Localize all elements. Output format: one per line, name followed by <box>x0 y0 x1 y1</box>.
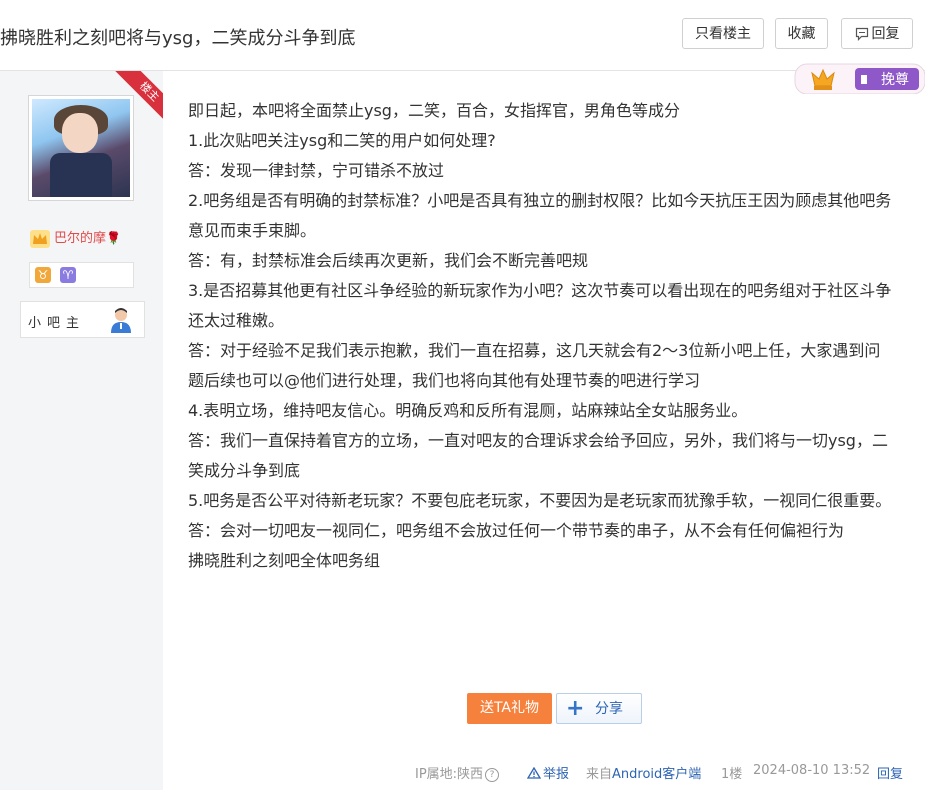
role-badge: 小吧主 <box>20 301 145 338</box>
vip-badge[interactable]: 挽尊 <box>793 62 925 94</box>
moderator-icon <box>111 308 131 333</box>
reply-button[interactable]: 回复 <box>841 18 913 49</box>
floor-number: 1楼 <box>721 767 743 782</box>
post-time: 2024-08-10 13:52 <box>753 763 871 778</box>
post-line: 3.是否招募其他更有社区斗争经验的新玩家作为小吧？这次节奏可以看出现在的吧务组对… <box>188 281 892 330</box>
avatar-image <box>32 99 130 197</box>
thread-title: 拂晓胜利之刻吧将与ysg，二笑成分斗争到底 <box>0 28 356 49</box>
post-line: 答：我们一直保持着官方的立场，一直对吧友的合理诉求会给予回应，另外，我们将与一切… <box>188 431 888 480</box>
send-gift-button[interactable]: 送TA礼物 <box>467 693 552 724</box>
taurus-icon[interactable]: ♉ <box>35 267 51 283</box>
reply-button-label: 回复 <box>871 26 900 42</box>
badge-bar: ♉ ♈ <box>29 262 134 288</box>
thread-header: 拂晓胜利之刻吧将与ysg，二笑成分斗争到底 只看楼主 收藏 回复 <box>0 0 925 71</box>
report-label: 举报 <box>543 767 570 782</box>
crown-icon <box>30 229 50 248</box>
aries-icon[interactable]: ♈ <box>60 267 76 283</box>
reply-link[interactable]: 回复 <box>877 763 903 782</box>
client-link[interactable]: Android客户端 <box>612 767 701 782</box>
rose-icon: 🌹 <box>106 231 121 245</box>
post-line: 5.吧务是否公平对待新老玩家？不要包庇老玩家，不要因为是老玩家而犹豫手软，一视同… <box>188 491 892 510</box>
share-button[interactable]: + 分享 <box>556 693 642 724</box>
plus-icon: + <box>566 696 585 721</box>
post-line: 2.吧务组是否有明确的封禁标准？小吧是否具有独立的删封权限？比如今天抗压王因为顾… <box>188 191 892 240</box>
favorite-button[interactable]: 收藏 <box>775 18 828 49</box>
share-label: 分享 <box>595 701 623 717</box>
post-line: 即日起，本吧将全面禁止ysg，二笑，百合，女指挥官，男角色等成分 <box>188 101 680 120</box>
help-icon[interactable]: ? <box>485 767 500 782</box>
post-line: 4.表明立场，维持吧友信心。明确反鸡和反所有混厕，站麻辣站全女站服务业。 <box>188 401 748 420</box>
warning-icon <box>526 766 542 779</box>
post-line: 答：对于经验不足我们表示抱歉，我们一直在招募，这几天就会有2～3位新小吧上任，大… <box>188 341 881 390</box>
post-line: 答：有，封禁标准会后续再次更新，我们会不断完善吧规 <box>188 251 589 270</box>
only-op-button[interactable]: 只看楼主 <box>682 18 764 49</box>
username-text: 巴尔的摩 <box>54 231 107 246</box>
report-link[interactable]: 举报 <box>526 763 570 782</box>
post-line: 1.此次贴吧关注ysg和二笑的用户如何处理? <box>188 131 496 150</box>
post-content: 即日起，本吧将全面禁止ysg，二笑，百合，女指挥官，男角色等成分 1.此次贴吧关… <box>188 96 893 576</box>
post-line: 答：会对一切吧友一视同仁，吧务组不会放过任何一个带节奏的串子，从不会有任何偏袒行… <box>188 521 845 540</box>
post-line: 拂晓胜利之刻吧全体吧务组 <box>188 551 381 570</box>
avatar[interactable] <box>28 95 134 201</box>
ip-location: IP属地:陕西? <box>415 763 500 782</box>
post-line: 答：发现一律封禁，宁可错杀不放过 <box>188 161 445 180</box>
username[interactable]: 巴尔的摩🌹 <box>30 227 121 248</box>
client-source: 来自Android客户端 <box>586 767 702 782</box>
role-label: 小吧主 <box>28 316 86 331</box>
comment-icon <box>855 27 868 41</box>
vip-label: 挽尊 <box>881 71 909 88</box>
